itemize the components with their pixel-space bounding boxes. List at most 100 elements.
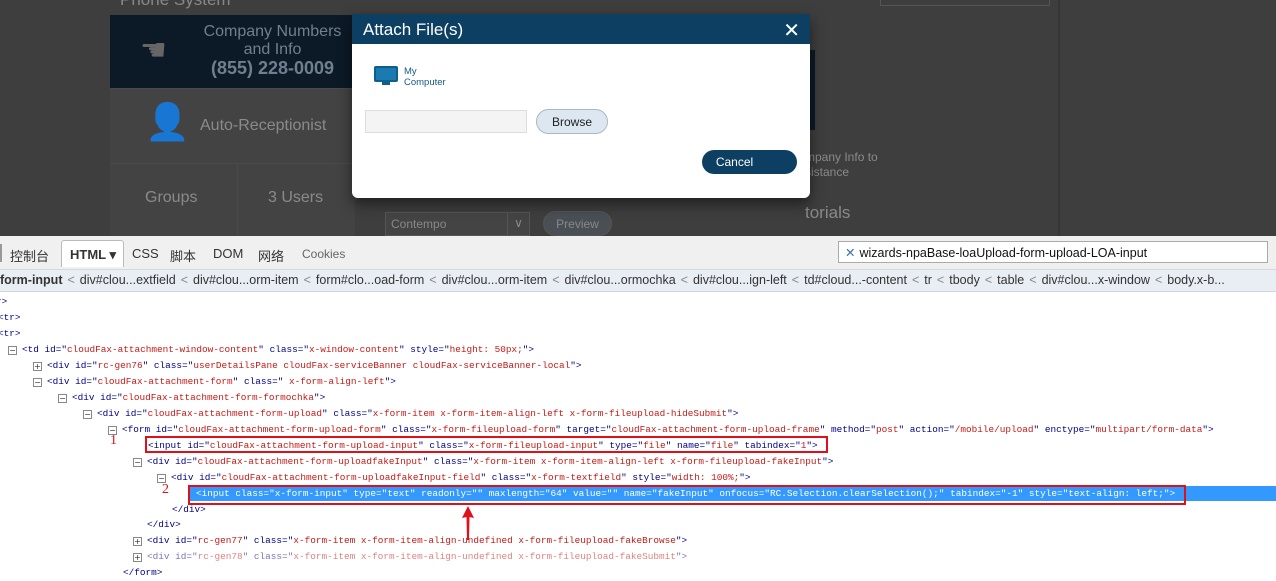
breadcrumb-separator: < (911, 273, 920, 287)
html-node-line[interactable]: </div> (0, 517, 1276, 532)
breadcrumb-item[interactable]: table (997, 273, 1024, 287)
clear-search-icon[interactable]: ✕ (845, 246, 855, 260)
html-node-line[interactable]: r> (0, 294, 1276, 309)
users-tile[interactable]: 3 Users (237, 163, 355, 236)
attr-value: x-form-fileupload-form (431, 424, 556, 435)
close-icon[interactable]: ✕ (783, 18, 800, 43)
attr-value: x-window-content (308, 344, 399, 355)
breadcrumb-item[interactable]: body.x-b... (1167, 273, 1224, 287)
tag-text: <div id=" (72, 392, 123, 403)
annotation-number: 2 (162, 482, 169, 497)
tag-text: action=" (904, 424, 955, 435)
theme-select-value: Contempo (391, 217, 447, 231)
breadcrumb-separator: < (429, 273, 437, 287)
breadcrumb-item[interactable]: form#clo...oad-form (316, 273, 424, 287)
tab-cookies[interactable]: Cookies (302, 240, 345, 267)
tab-script[interactable]: 脚本 (170, 240, 196, 267)
breadcrumb-item[interactable]: td#cloud...-content (804, 273, 907, 287)
tag-text: class=" (148, 360, 194, 371)
preview-button[interactable]: Preview (543, 211, 612, 236)
tab-dom[interactable]: DOM (213, 240, 243, 267)
tab-html[interactable]: HTML ▾ (61, 240, 124, 267)
breadcrumb-item[interactable]: div#clou...extfield (80, 273, 176, 287)
breadcrumb-item[interactable]: div#clou...ormochka (565, 273, 676, 287)
attr-value: cloudFax-attachment-form-upload-frame (611, 424, 820, 435)
attr-value: x-form-item x-form-item-align-left x-for… (473, 456, 823, 467)
theme-select[interactable]: Contempo ∨ (385, 212, 530, 236)
tag-text: </div> (147, 519, 181, 530)
search-box[interactable] (880, 0, 1050, 6)
tab-network[interactable]: 网络 (258, 240, 284, 267)
info-text: sistance (805, 165, 850, 179)
collapse-icon[interactable]: − (58, 394, 67, 403)
tag-text: class=" (248, 551, 294, 562)
keypad-hand-icon: ☚ (140, 34, 167, 67)
search-input[interactable]: ✕ wizards-npaBase-loaUpload-form-upload-L… (838, 241, 1268, 263)
html-node-line[interactable]: − <form id="cloudFax-attachment-form-uplo… (0, 422, 1276, 437)
breadcrumb-item[interactable]: div#clou...x-window (1042, 273, 1150, 287)
tag-text: </div> (172, 504, 206, 515)
breadcrumb-item[interactable]: tbody (949, 273, 980, 287)
html-node-line[interactable]: − <div id="cloudFax-attachment-form-uploa… (0, 406, 1276, 421)
html-node-line[interactable]: − <div id="cloudFax-attachment-form-uploa… (0, 454, 1276, 469)
attr-value: userDetailsPane cloudFax-serviceBanner c… (193, 360, 571, 371)
breadcrumb-item[interactable]: div#clou...orm-item (193, 273, 299, 287)
breadcrumb-separator: < (680, 273, 688, 287)
tile-label: 3 Users (268, 189, 324, 206)
breadcrumb-separator: < (552, 273, 560, 287)
tab-console[interactable]: 控制台 (10, 240, 49, 267)
devtools-panel: 控制台 HTML ▾ CSS 脚本 DOM 网络 Cookies ✕ wizard… (0, 236, 1276, 581)
expand-icon[interactable]: + (133, 553, 142, 562)
cancel-button[interactable]: Cancel (702, 150, 797, 174)
browse-button[interactable]: Browse (536, 109, 608, 134)
groups-tile[interactable]: Groups (110, 163, 237, 236)
attr-value: x-form-item x-form-item-align-undefined … (293, 535, 676, 546)
source-label: Computer (404, 77, 446, 88)
html-node-line[interactable]: + <div id="rc-gen78 " class="x-form-item x… (0, 549, 1276, 564)
breadcrumb-separator: < (984, 273, 993, 287)
breadcrumb-item[interactable]: div#clou...orm-item (442, 273, 548, 287)
company-numbers-tile[interactable]: ☚ Company Numbers and Info (855) 228-000… (110, 15, 355, 88)
tag-text: > (744, 472, 751, 483)
html-node-line[interactable]: − <div id="cloudFax-attachment-form-uploa… (0, 470, 1276, 485)
html-node-line[interactable]: + <div id="rc-gen76" class="userDetailsPa… (0, 358, 1276, 373)
breadcrumb-item[interactable]: form-input (0, 273, 62, 287)
file-path-input[interactable] (365, 110, 527, 133)
tag-text: <tr> (0, 328, 21, 339)
computer-stand (382, 82, 390, 85)
collapse-icon[interactable]: − (83, 410, 92, 419)
attr-value: x-form-textfield (531, 472, 622, 483)
html-node-line[interactable]: − <div id="cloudFax-attachment-form" clas… (0, 374, 1276, 389)
tag-text: target=" (560, 424, 612, 435)
collapse-icon[interactable]: − (8, 346, 17, 355)
auto-receptionist-tile[interactable]: 👤 Auto-Receptionist (110, 88, 355, 163)
my-computer-source[interactable]: My Computer (404, 66, 446, 88)
expand-icon[interactable]: + (33, 362, 42, 371)
html-node-line[interactable]: − <div id="cloudFax-attachment-form-formo… (0, 390, 1276, 405)
devtools-toolbar: 控制台 HTML ▾ CSS 脚本 DOM 网络 Cookies ✕ wizard… (0, 236, 1276, 270)
dialog-titlebar: Attach File(s) ✕ (352, 14, 810, 44)
tag-text: class=" (263, 344, 309, 355)
arrow-icon (462, 506, 474, 540)
breadcrumb-item[interactable]: tr (924, 273, 932, 287)
highlight-box (188, 485, 1186, 505)
html-node-line[interactable]: </form> (0, 565, 1276, 580)
tag-text: <form id=" (122, 424, 179, 435)
highlight-box (145, 436, 828, 453)
collapse-icon[interactable]: − (133, 458, 142, 467)
collapse-icon[interactable]: − (33, 378, 42, 387)
html-node-line[interactable]: − <td id="cloudFax-attachment-window-cont… (0, 342, 1276, 357)
breadcrumb-separator: < (180, 273, 188, 287)
html-node-line[interactable]: + <div id="rc-gen77" class="x-form-item x… (0, 533, 1276, 548)
tab-css[interactable]: CSS (132, 240, 159, 267)
tag-text: class=" (428, 456, 474, 467)
source-label: My (404, 66, 417, 77)
html-node-line[interactable]: <tr> (0, 310, 1276, 325)
html-node-line[interactable]: <tr> (0, 326, 1276, 341)
attr-value: multipart/form-data (1095, 424, 1203, 435)
tag-text: > (575, 360, 582, 371)
attr-value: cloudFax-attachment-form-uploadfakeInput (197, 456, 423, 467)
breadcrumb-item[interactable]: div#clou...ign-left (693, 273, 787, 287)
breadcrumb-separator: < (1029, 273, 1037, 287)
expand-icon[interactable]: + (133, 537, 142, 546)
